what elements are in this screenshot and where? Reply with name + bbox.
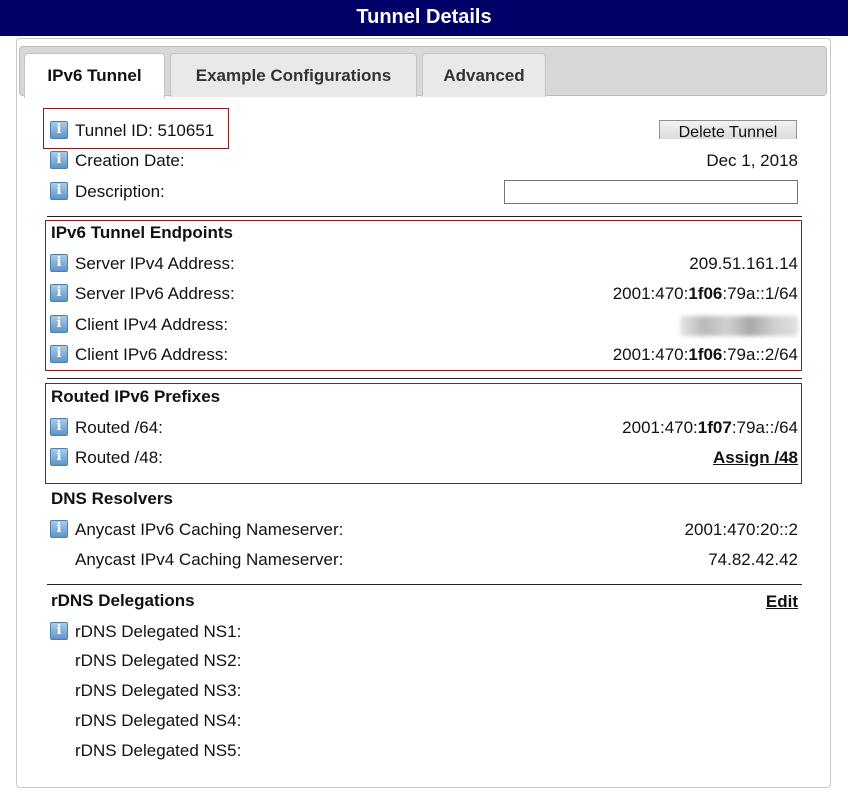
client-ipv4-row: i Client IPv4 Address: [50,312,798,338]
description-input[interactable] [504,180,798,204]
server-ipv4-row: i Server IPv4 Address: 209.51.161.14 [50,251,798,277]
tab-bar: IPv6 Tunnel Example Configurations Advan… [19,46,827,98]
dns-ipv6-value: 2001:470:20::2 [684,520,798,539]
dns-ipv4-value: 74.82.42.42 [708,550,798,569]
tunnel-id-label: Tunnel ID: 510651 [75,121,215,140]
info-icon[interactable]: i [50,151,68,169]
rdns-ns4-row: rDNS Delegated NS4: [50,708,798,734]
info-icon[interactable]: i [50,520,68,538]
info-icon[interactable]: i [50,182,68,200]
server-ipv6-label: Server IPv6 Address: [75,284,235,303]
tab-advanced[interactable]: Advanced [422,53,546,97]
client-ipv4-label: Client IPv4 Address: [75,315,229,334]
rdns-ns3-label: rDNS Delegated NS3: [75,681,242,700]
creation-date-row: i Creation Date: Dec 1, 2018 [50,148,798,174]
client-ipv6-row: i Client IPv6 Address: 2001:470:1f06:79a… [50,342,798,368]
rdns-ns1-label: rDNS Delegated NS1: [75,622,242,641]
info-icon[interactable]: i [50,418,68,436]
server-ipv4-value: 209.51.161.14 [689,254,798,273]
info-icon[interactable]: i [50,448,68,466]
divider [47,584,802,585]
routed-48-row: i Routed /48: Assign /48 [50,445,798,471]
tab-ipv6-tunnel[interactable]: IPv6 Tunnel [24,53,165,98]
server-ipv4-label: Server IPv4 Address: [75,254,235,273]
routed-48-label: Routed /48: [75,448,163,467]
creation-date-value: Dec 1, 2018 [706,151,798,170]
routed-64-label: Routed /64: [75,418,163,437]
info-icon[interactable]: i [50,622,68,640]
client-ipv6-value: 2001:470:1f06:79a::2/64 [612,345,798,364]
info-icon[interactable]: i [50,254,68,272]
page-title: Tunnel Details [0,0,848,36]
dns-ipv6-label: Anycast IPv6 Caching Nameserver: [75,520,344,539]
rdns-ns5-label: rDNS Delegated NS5: [75,741,242,760]
rdns-ns2-label: rDNS Delegated NS2: [75,651,242,670]
routed-heading: Routed IPv6 Prefixes [51,387,221,406]
routed-64-value: 2001:470:1f07:79a::/64 [622,418,798,437]
rdns-ns2-row: rDNS Delegated NS2: [50,648,798,674]
assign-48-link[interactable]: Assign /48 [713,448,798,467]
info-icon[interactable]: i [50,345,68,363]
creation-date-label: Creation Date: [75,151,185,170]
dns-ipv4-row: Anycast IPv4 Caching Nameserver: 74.82.4… [50,547,798,573]
delete-tunnel-button[interactable]: Delete Tunnel [659,120,797,139]
tab-example-configurations[interactable]: Example Configurations [170,53,417,97]
info-icon[interactable]: i [50,121,68,139]
divider [47,216,802,217]
divider [47,378,802,379]
info-icon[interactable]: i [50,284,68,302]
server-ipv6-value: 2001:470:1f06:79a::1/64 [612,284,798,303]
client-ipv4-redacted [680,312,798,338]
endpoints-heading: IPv6 Tunnel Endpoints [51,223,233,242]
routed-64-row: i Routed /64: 2001:470:1f07:79a::/64 [50,415,798,441]
client-ipv6-label: Client IPv6 Address: [75,345,229,364]
server-ipv6-row: i Server IPv6 Address: 2001:470:1f06:79a… [50,281,798,307]
rdns-edit-row: Edit [50,589,798,615]
info-icon[interactable]: i [50,315,68,333]
dns-ipv6-row: i Anycast IPv6 Caching Nameserver: 2001:… [50,517,798,543]
rdns-ns4-label: rDNS Delegated NS4: [75,711,242,730]
rdns-edit-link[interactable]: Edit [766,592,798,611]
description-label: Description: [75,182,165,201]
rdns-ns5-row: rDNS Delegated NS5: [50,738,798,764]
dns-ipv4-label: Anycast IPv4 Caching Nameserver: [75,550,344,569]
rdns-ns1-row: i rDNS Delegated NS1: [50,619,798,645]
dns-heading: DNS Resolvers [51,489,173,508]
rdns-ns3-row: rDNS Delegated NS3: [50,678,798,704]
